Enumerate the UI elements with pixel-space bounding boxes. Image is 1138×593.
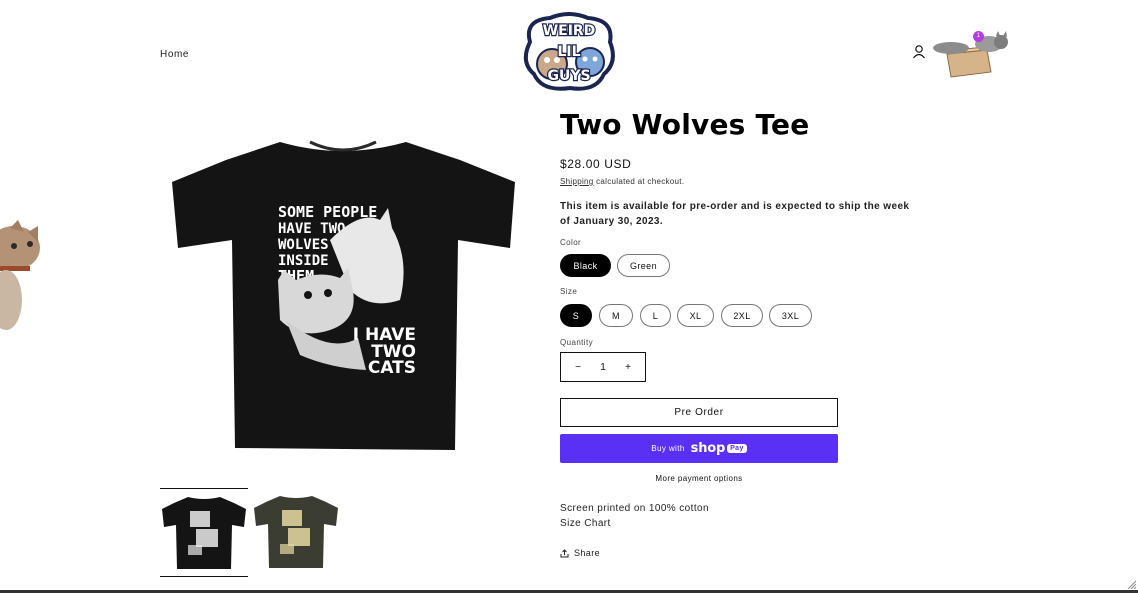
share-button[interactable]: Share (560, 548, 600, 558)
size-option-2xl[interactable]: 2XL (721, 304, 763, 327)
weird-lil-guys-logo[interactable]: WEIRD LIL GUYS (520, 12, 618, 92)
buy-with-shop-pay-button[interactable]: Buy with shop Pay (560, 434, 838, 463)
quantity-input[interactable]: 1 (596, 362, 610, 373)
quantity-decrease-button[interactable]: − (571, 362, 585, 373)
shirt-text-line-8: CATS (368, 358, 416, 378)
product-title: Two Wolves Tee (560, 108, 810, 141)
buy-with-label: Buy with (651, 444, 685, 453)
account-icon[interactable] (911, 44, 927, 60)
thumbnail-green[interactable] (252, 488, 340, 577)
resize-grip-icon[interactable] (1126, 579, 1136, 589)
shirt-text-line-2: HAVE TWO (278, 221, 345, 237)
cart-cat-box-icon[interactable] (929, 30, 1013, 80)
shop-pay-logo-shop: shop (690, 441, 726, 456)
share-icon (560, 548, 569, 557)
quantity-label: Quantity (560, 338, 593, 347)
cart-count-badge: 1 (973, 31, 984, 42)
product-description: Screen printed on 100% cotton (560, 503, 709, 514)
shipping-note-text: calculated at checkout. (593, 177, 685, 186)
size-option-m[interactable]: M (599, 304, 633, 327)
logo-line-2: LIL (557, 44, 580, 60)
shipping-note: Shipping calculated at checkout. (560, 177, 684, 186)
color-option-green[interactable]: Green (617, 254, 670, 277)
thumbnail-black[interactable] (160, 488, 248, 577)
pre-order-button[interactable]: Pre Order (560, 398, 838, 427)
peeking-cat-image (0, 220, 40, 330)
product-main-image[interactable]: SOME PEOPLE HAVE TWO WOLVES INSIDE THEM.… (160, 130, 526, 460)
nav-home-link[interactable]: Home (160, 49, 189, 60)
shirt-text-line-1: SOME PEOPLE (278, 203, 377, 221)
more-payment-options-link[interactable]: More payment options (560, 474, 838, 483)
size-label: Size (560, 287, 578, 296)
size-option-l[interactable]: L (640, 304, 671, 327)
preorder-note: This item is available for pre-order and… (560, 201, 910, 227)
quantity-stepper: − 1 + (560, 352, 646, 382)
size-option-3xl[interactable]: 3XL (769, 304, 812, 327)
size-chart-link[interactable]: Size Chart (560, 518, 611, 529)
product-price: $28.00 USD (560, 157, 632, 171)
color-label: Color (560, 238, 582, 247)
logo-line-3: GUYS (547, 68, 590, 84)
shipping-link[interactable]: Shipping (560, 177, 594, 186)
shirt-text-line-3: WOLVES (278, 237, 329, 253)
product-thumbnails (160, 488, 360, 578)
quantity-increase-button[interactable]: + (621, 362, 635, 373)
color-option-black[interactable]: Black (560, 254, 611, 277)
size-option-xl[interactable]: XL (677, 304, 714, 327)
shop-pay-logo-pay: Pay (727, 444, 747, 453)
size-option-s[interactable]: S (560, 304, 592, 327)
logo-line-1: WEIRD (543, 23, 596, 39)
share-label: Share (574, 548, 601, 558)
